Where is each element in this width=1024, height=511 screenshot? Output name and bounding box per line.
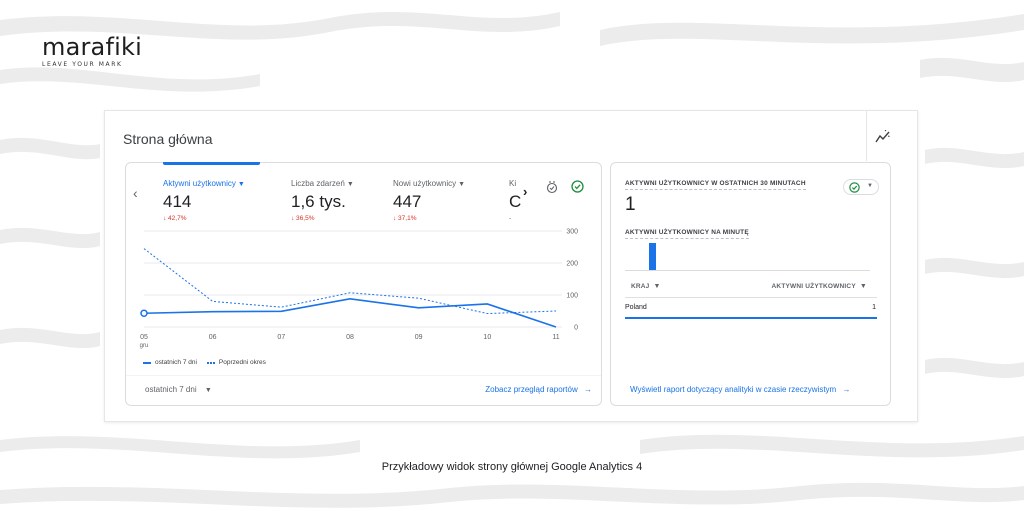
- x-tick-label: 10: [483, 334, 491, 341]
- table-row-bar: [625, 317, 877, 319]
- realtime-report-link-label: Wyświetl raport dotyczący analityki w cz…: [630, 385, 837, 394]
- x-tick-label: 09: [415, 334, 423, 341]
- metric-label: Nowi użytkownicy: [393, 179, 457, 188]
- x-tick-label: 11: [552, 334, 559, 341]
- metric-value: 447: [393, 192, 422, 211]
- legend-current: ostatnich 7 dni: [143, 359, 197, 366]
- panel-footer-divider: [126, 375, 601, 376]
- period-dropdown-value: ostatnich 7 dni: [145, 385, 197, 394]
- metric-value: 1,6 tys.: [291, 192, 346, 211]
- metric-change: ↓ 42,7%: [163, 215, 187, 222]
- table-row-country: Poland: [625, 304, 647, 311]
- per-minute-chart: [625, 243, 870, 271]
- x-tick-label: 05: [140, 334, 148, 341]
- view-reports-link-label: Zobacz przegląd raportów: [485, 385, 578, 394]
- realtime-status-dropdown[interactable]: ▼: [843, 179, 879, 195]
- caret-down-icon: ▼: [859, 283, 867, 290]
- x-tick-sublabel: gru: [140, 343, 149, 349]
- legend-previous-label: Poprzedni okres: [218, 359, 266, 366]
- series-line-current: [143, 298, 557, 328]
- metric-change: -: [509, 215, 512, 222]
- page-title: Strona główna: [123, 131, 213, 147]
- metric-value: 414: [163, 192, 192, 211]
- check-circle-icon: [849, 182, 860, 193]
- metric-label: Aktywni użytkownicy: [163, 179, 236, 188]
- table-row-users: 1: [872, 304, 876, 311]
- insights-icon[interactable]: [875, 130, 891, 144]
- arrow-right-icon: →: [584, 385, 592, 394]
- metric-change: ↓ 36,5%: [291, 215, 315, 222]
- per-minute-bar: [649, 243, 656, 270]
- period-dropdown[interactable]: ostatnich 7 dni ▼: [145, 385, 212, 394]
- per-minute-axis: [625, 270, 870, 271]
- metric-change: ↓ 37,1%: [393, 215, 417, 222]
- realtime-value: 1: [625, 194, 636, 215]
- check-circle-icon[interactable]: [571, 180, 584, 193]
- chart-legend: ostatnich 7 dni Poprzedni okres: [143, 359, 266, 366]
- metric-new-users[interactable]: Nowi użytkownicy ▼ 447 ↓ 37,1%: [393, 179, 465, 222]
- legend-solid-swatch: [143, 361, 151, 364]
- metric-label: Ki: [509, 179, 517, 188]
- caret-down-icon: ▼: [653, 283, 661, 290]
- caret-down-icon: ▼: [867, 183, 873, 189]
- column-active-users[interactable]: AKTYWNI UŻYTKOWNICY ▼: [772, 283, 867, 290]
- brand-tagline: LEAVE YOUR MARK: [42, 61, 123, 68]
- image-caption: Przykładowy widok strony głównej Google …: [381, 461, 643, 473]
- brand-name: marafiki: [42, 33, 142, 61]
- y-tick-label: 200: [566, 261, 578, 268]
- brand-logo: marafiki LEAVE YOUR MARK: [42, 34, 142, 68]
- legend-previous: Poprzedni okres: [206, 359, 266, 366]
- metric-value: C: [509, 192, 521, 211]
- realtime-title: AKTYWNI UŻYTKOWNICY W OSTATNICH 30 MINUT…: [625, 180, 806, 190]
- table-divider: [625, 297, 877, 298]
- column-country[interactable]: KRAJ ▼: [631, 283, 661, 290]
- chevron-left-icon[interactable]: ‹: [133, 185, 138, 201]
- metric-event-count[interactable]: Liczba zdarzeń ▼ 1,6 tys. ↓ 36,5%: [291, 179, 354, 222]
- caret-down-icon: ▼: [237, 181, 245, 188]
- x-tick-label: 06: [209, 334, 217, 341]
- series-start-point: [140, 309, 148, 317]
- caret-down-icon: ▼: [204, 387, 212, 394]
- caret-down-icon: ▼: [458, 181, 466, 188]
- series-line-previous: [143, 248, 557, 315]
- analytics-home-card: Strona główna ‹ Aktywni użytkownicy ▼ 414…: [104, 110, 918, 422]
- active-tab-indicator: [163, 162, 260, 165]
- legend-dashed-swatch: [206, 361, 215, 364]
- column-country-label: KRAJ: [631, 283, 650, 290]
- y-tick-label: 100: [566, 293, 578, 300]
- realtime-report-link[interactable]: Wyświetl raport dotyczący analityki w cz…: [630, 385, 850, 394]
- arrow-right-icon: →: [842, 385, 851, 394]
- overview-panel: ‹ Aktywni użytkownicy ▼ 414 ↓ 42,7% Liczb…: [125, 162, 602, 406]
- chevron-right-icon[interactable]: ›: [523, 184, 527, 199]
- caret-down-icon: ▼: [346, 181, 354, 188]
- realtime-panel: AKTYWNI UŻYTKOWNICY W OSTATNICH 30 MINUT…: [610, 162, 891, 406]
- per-minute-label: AKTYWNI UŻYTKOWNICY NA MINUTĘ: [625, 229, 749, 239]
- metric-label: Liczba zdarzeń: [291, 179, 345, 188]
- x-tick-label: 07: [277, 334, 285, 341]
- y-tick-label: 300: [566, 229, 578, 236]
- y-tick-label: 0: [574, 325, 578, 332]
- compare-icon[interactable]: [545, 180, 559, 194]
- metric-active-users[interactable]: Aktywni użytkownicy ▼ 414 ↓ 42,7%: [163, 179, 245, 222]
- users-trend-chart: 300 200 100 0 05 06 07 08 09 10 11 gru: [140, 229, 578, 350]
- column-active-users-label: AKTYWNI UŻYTKOWNICY: [771, 283, 856, 290]
- metric-truncated[interactable]: Ki C -: [509, 179, 521, 222]
- x-tick-label: 08: [346, 334, 354, 341]
- view-reports-link[interactable]: Zobacz przegląd raportów →: [485, 385, 592, 394]
- legend-current-label: ostatnich 7 dni: [155, 359, 197, 366]
- header-divider: [866, 111, 867, 161]
